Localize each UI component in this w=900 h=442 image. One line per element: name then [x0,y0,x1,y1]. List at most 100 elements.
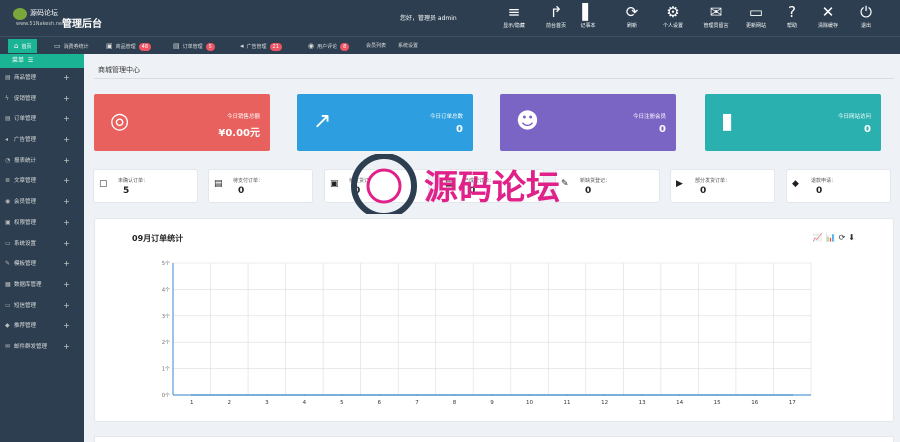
sidebar-item-icon: ▭ [5,301,11,309]
sidebar-item[interactable]: ≣ 文章管理 + [0,171,84,192]
order-status-card[interactable]: ▢ 未确认订单： 5 [93,169,198,203]
expand-plus-icon[interactable]: + [63,275,70,296]
y-tick-label: 3个 [162,314,170,320]
notebook-button[interactable]: ▌ 记事本 [568,2,608,34]
order-status-label: 退款申请： [811,178,837,184]
tab-comments[interactable]: ◉ 用户评论 8 [308,39,350,53]
sidebar-item[interactable]: ✎ 模板管理 + [0,254,84,275]
message-button[interactable]: ✉ 管理员留言 [696,2,736,34]
data-point[interactable] [528,394,531,396]
expand-plus-icon[interactable]: + [63,171,70,192]
sidebar-item[interactable]: ▤ 订单管理 + [0,109,84,130]
sidebar-item-label: 文章管理 [14,178,37,185]
gear-button[interactable]: ⚙ 个人设置 [653,2,693,34]
sidebar-item[interactable]: ◔ 报表统计 + [0,151,84,172]
tab-badge: 8 [340,43,350,51]
refresh-button[interactable]: ⟳ 刷新 [612,2,652,34]
stat-icon: ▮ [721,109,734,134]
sidebar-item[interactable]: ▭ 系统设置 + [0,234,84,255]
data-point[interactable] [678,394,681,396]
tab-members[interactable]: 会员列表 [366,39,386,53]
sidebar-item-icon: ≣ [5,177,11,185]
sidebar-item-icon: ▤ [5,74,11,81]
data-point[interactable] [791,394,794,396]
tab-coupon-stats[interactable]: ▭ 消费券统计 [54,39,89,53]
data-point[interactable] [716,394,719,396]
expand-plus-icon[interactable]: + [63,151,70,172]
data-point[interactable] [378,394,381,396]
sidebar-item[interactable]: ◉ 会员管理 + [0,192,84,213]
tab-icon: ▭ [54,42,61,50]
order-status-card[interactable]: ▶ 部分发货订单： 0 [670,169,775,203]
tab-settings[interactable]: 系统设置 [398,39,418,53]
expand-plus-icon[interactable]: + [63,296,70,317]
main-content: 商城管理中心 ◎ 今日销售总额 ¥0.00元 ↗ 今日订单总数 0 ☻ 今日注册会员 0 ▮ 今日网… [84,54,900,442]
expand-plus-icon[interactable]: + [63,316,70,337]
data-point[interactable] [340,394,343,396]
toolbar-button-label: 个人设置 [662,23,683,29]
order-status-card[interactable]: ▤ 已成交订单： 0 [439,169,544,203]
data-point[interactable] [228,394,231,396]
help-icon: ? [788,3,796,21]
toolbar-button-label: 显示/隐藏 [503,23,525,29]
order-status-value: 0 [238,186,245,196]
x-tick-label: 12 [601,400,608,406]
stat-today-visits[interactable]: ▮ 今日网站访问 0 [705,94,881,151]
data-point[interactable] [453,394,456,396]
data-point[interactable] [641,394,644,396]
x-tick-label: 9 [490,400,494,406]
expand-plus-icon[interactable]: + [63,68,70,89]
data-point[interactable] [265,394,268,396]
sidebar-header[interactable]: 菜单 ☰ [0,54,84,68]
tab-label: 会员列表 [366,43,387,49]
sidebar-item[interactable]: ▭ 短信管理 + [0,296,84,317]
tab-orders[interactable]: ▤ 订单管理 5 [173,39,215,53]
expand-plus-icon[interactable]: + [63,213,70,234]
data-point[interactable] [491,394,493,396]
tab-label: 系统设置 [398,43,419,49]
menu-button[interactable]: ≡ 显示/隐藏 [494,2,534,34]
tab-home[interactable]: ⌂ 首页 [8,39,38,53]
data-point[interactable] [303,394,306,396]
sidebar-item[interactable]: ▤ 商品管理 + [0,68,84,89]
data-point[interactable] [190,394,193,396]
expand-plus-icon[interactable]: + [63,234,70,255]
stat-today-orders[interactable]: ↗ 今日订单总数 0 [297,94,473,151]
sidebar-item[interactable]: ▣ 权限管理 + [0,213,84,234]
tab-goods[interactable]: ▣ 商品管理 48 [106,39,152,53]
tab-badge: 21 [269,43,282,51]
sidebar-item[interactable]: ▦ 数据库管理 + [0,275,84,296]
toolbar-button-label: 帮助 [786,23,797,29]
stat-today-sales[interactable]: ◎ 今日销售总额 ¥0.00元 [94,94,270,151]
tab-ads[interactable]: ◂ 广告管理 21 [240,39,282,53]
order-status-value: 0 [469,186,476,196]
data-point[interactable] [753,394,756,396]
order-status-card[interactable]: ▣ 待发货订单： 0 [324,169,429,203]
app-title: 管理后台 [62,19,102,30]
expand-plus-icon[interactable]: + [63,337,70,358]
logo-text: 源码论坛 [30,9,58,17]
stat-label: 今日注册会员 [632,114,666,120]
data-point[interactable] [566,394,568,396]
data-point[interactable] [603,394,606,396]
expand-plus-icon[interactable]: + [63,130,70,151]
power-button[interactable]: ⏻ 退出 [846,2,886,34]
expand-plus-icon[interactable]: + [63,89,70,110]
sidebar-item[interactable]: ✉ 邮件群发管理 + [0,337,84,358]
expand-plus-icon[interactable]: + [63,192,70,213]
sidebar-item[interactable]: ◂ 广告管理 + [0,130,84,151]
monitor-button[interactable]: ▭ 更新网站 [736,2,776,34]
expand-plus-icon[interactable]: + [63,109,70,130]
help-button[interactable]: ? 帮助 [772,2,812,34]
order-status-card[interactable]: ✎ 新缺货登记： 0 [555,169,660,203]
data-point[interactable] [416,394,418,396]
order-status-icon: ▶ [676,179,683,189]
order-status-card[interactable]: ▤ 待支付订单： 0 [208,169,313,203]
order-status-card[interactable]: ◆ 退款申请： 0 [786,169,891,203]
sidebar-item[interactable]: ϟ 促销管理 + [0,89,84,110]
clear-cache-button[interactable]: ✕ 清除缓存 [808,2,848,34]
x-tick-label: 16 [751,400,758,406]
expand-plus-icon[interactable]: + [63,254,70,275]
stat-today-members[interactable]: ☻ 今日注册会员 0 [500,94,676,151]
sidebar-item[interactable]: ◆ 推荐管理 + [0,316,84,337]
